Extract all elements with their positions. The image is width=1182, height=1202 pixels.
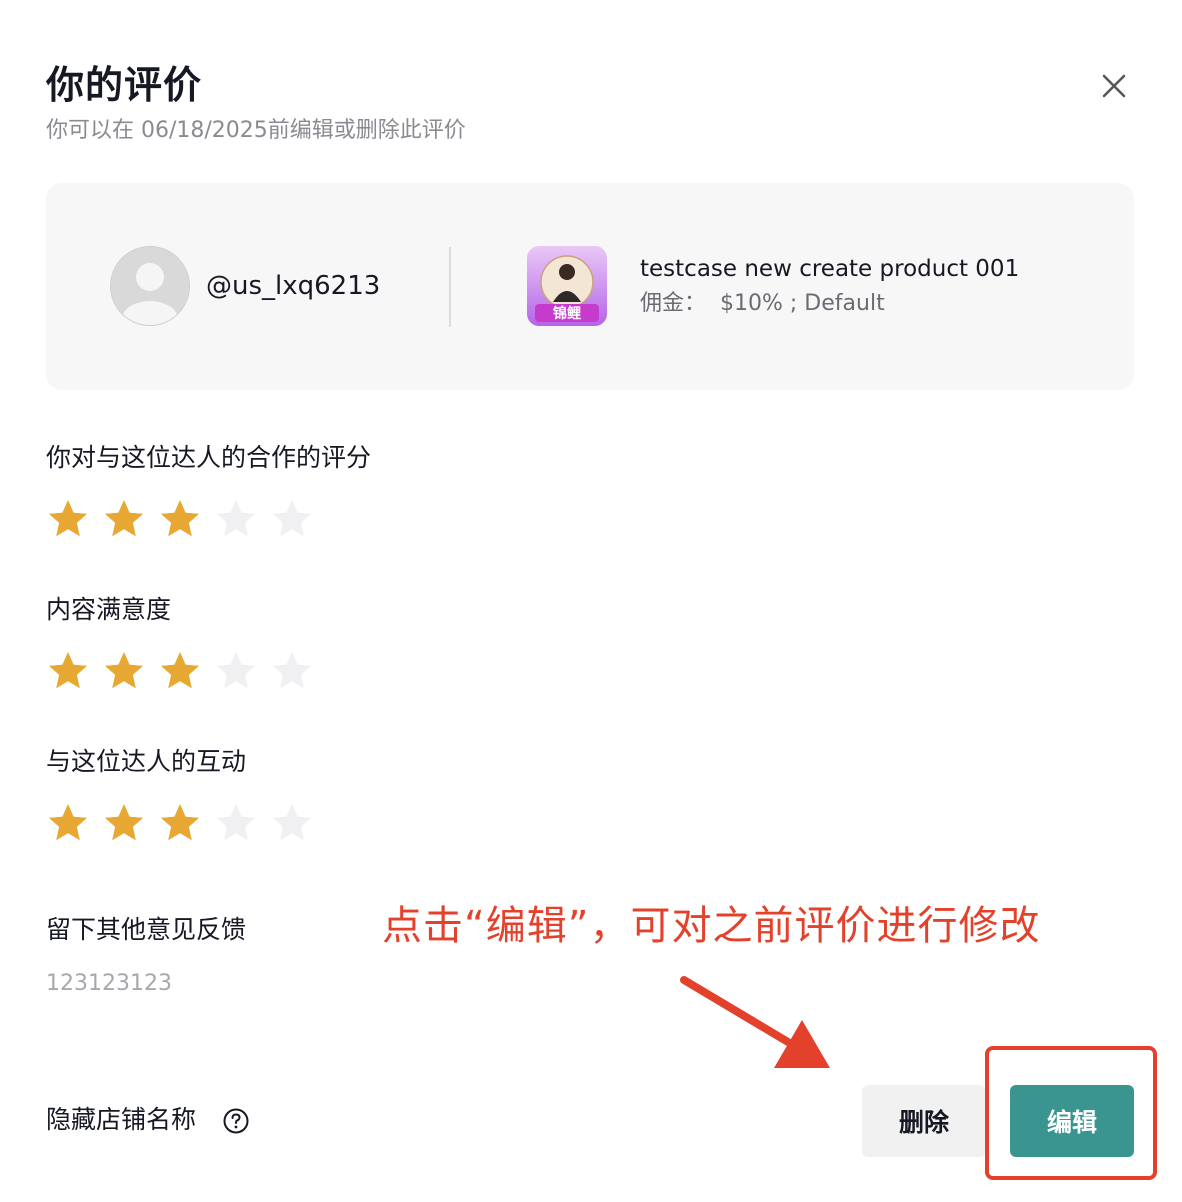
annotation-arrow-icon xyxy=(680,976,830,1068)
product-thumbnail: 锦鲤 xyxy=(527,246,607,326)
default-avatar-icon xyxy=(110,246,190,326)
feedback-text: 123123123 xyxy=(46,971,172,996)
feedback-label: 留下其他意见反馈 xyxy=(46,915,247,944)
rating-label-interaction: 与这位达人的互动 xyxy=(46,747,247,776)
annotation-text: 点击“编辑”，可对之前评价进行修改 xyxy=(382,903,1041,949)
product-commission: 佣金： $10% ; Default xyxy=(640,289,885,319)
star-icon[interactable] xyxy=(214,649,258,693)
star-icon[interactable] xyxy=(46,649,90,693)
star-icon[interactable] xyxy=(214,801,258,845)
dialog-title: 你的评价 xyxy=(46,63,203,107)
star-icon[interactable] xyxy=(214,497,258,541)
star-icon[interactable] xyxy=(270,801,314,845)
rating-label-cooperation: 你对与这位达人的合作的评分 xyxy=(46,443,372,472)
review-target-card: @us_lxq6213 锦鲤 testcase new create produ… xyxy=(46,183,1134,390)
star-icon[interactable] xyxy=(270,497,314,541)
rating-stars-content xyxy=(46,649,314,693)
commission-label: 佣金： xyxy=(640,291,707,316)
card-divider xyxy=(449,247,451,327)
annotation-highlight-box xyxy=(985,1046,1157,1180)
star-icon[interactable] xyxy=(46,801,90,845)
star-icon[interactable] xyxy=(102,649,146,693)
delete-button[interactable]: 删除 xyxy=(862,1085,986,1157)
star-icon[interactable] xyxy=(270,649,314,693)
dialog-subtitle: 你可以在 06/18/2025前编辑或删除此评价 xyxy=(46,118,466,143)
commission-value: $10% ; Default xyxy=(720,291,885,316)
star-icon[interactable] xyxy=(102,801,146,845)
close-icon[interactable] xyxy=(1094,66,1134,106)
hide-store-name-label: 隐藏店铺名称 xyxy=(46,1105,197,1134)
rating-stars-cooperation xyxy=(46,497,314,541)
review-dialog: 你的评价 你可以在 06/18/2025前编辑或删除此评价 @us_lxq621… xyxy=(0,0,1182,1202)
star-icon[interactable] xyxy=(46,497,90,541)
question-circle-icon[interactable] xyxy=(222,1107,250,1135)
star-icon[interactable] xyxy=(102,497,146,541)
rating-stars-interaction xyxy=(46,801,314,845)
product-name: testcase new create product 001 xyxy=(640,256,1020,282)
rating-label-content: 内容满意度 xyxy=(46,595,172,624)
star-icon[interactable] xyxy=(158,649,202,693)
product-thumbnail-text: 锦鲤 xyxy=(553,305,581,322)
star-icon[interactable] xyxy=(158,801,202,845)
creator-username: @us_lxq6213 xyxy=(206,271,381,301)
star-icon[interactable] xyxy=(158,497,202,541)
